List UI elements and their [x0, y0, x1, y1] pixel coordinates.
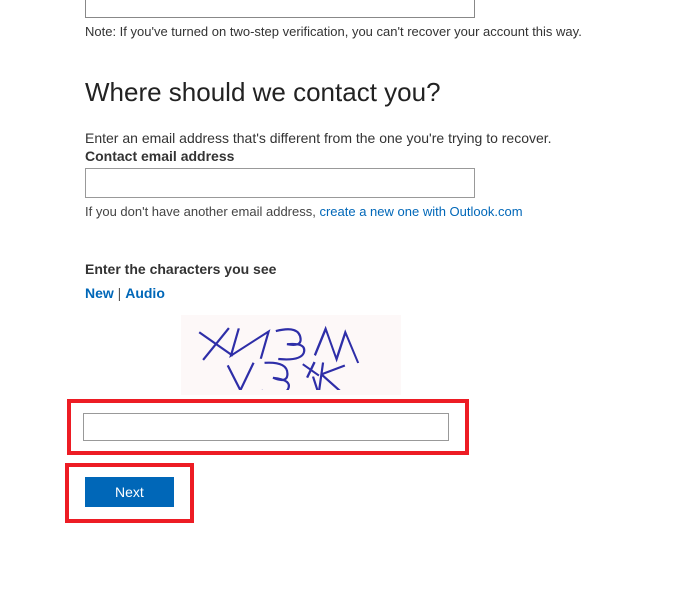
no-email-help: If you don't have another email address,…	[85, 204, 646, 219]
captcha-image	[181, 315, 401, 395]
captcha-links: New | Audio	[85, 285, 646, 301]
no-email-help-text: If you don't have another email address,	[85, 204, 319, 219]
previous-input-bottom-edge	[85, 0, 475, 18]
contact-instruction: Enter an email address that's different …	[85, 130, 646, 146]
captcha-input-highlight	[67, 399, 469, 455]
next-button-highlight: Next	[65, 463, 194, 523]
create-outlook-link[interactable]: create a new one with Outlook.com	[319, 204, 522, 219]
captcha-input[interactable]	[83, 413, 449, 441]
contact-email-input[interactable]	[85, 168, 475, 198]
captcha-link-separator: |	[114, 285, 125, 301]
captcha-label: Enter the characters you see	[85, 261, 646, 277]
next-button[interactable]: Next	[85, 477, 174, 507]
captcha-audio-link[interactable]: Audio	[125, 285, 165, 301]
section-heading: Where should we contact you?	[85, 77, 646, 108]
captcha-new-link[interactable]: New	[85, 285, 114, 301]
contact-email-label: Contact email address	[85, 148, 646, 164]
two-step-note: Note: If you've turned on two-step verif…	[85, 24, 646, 39]
